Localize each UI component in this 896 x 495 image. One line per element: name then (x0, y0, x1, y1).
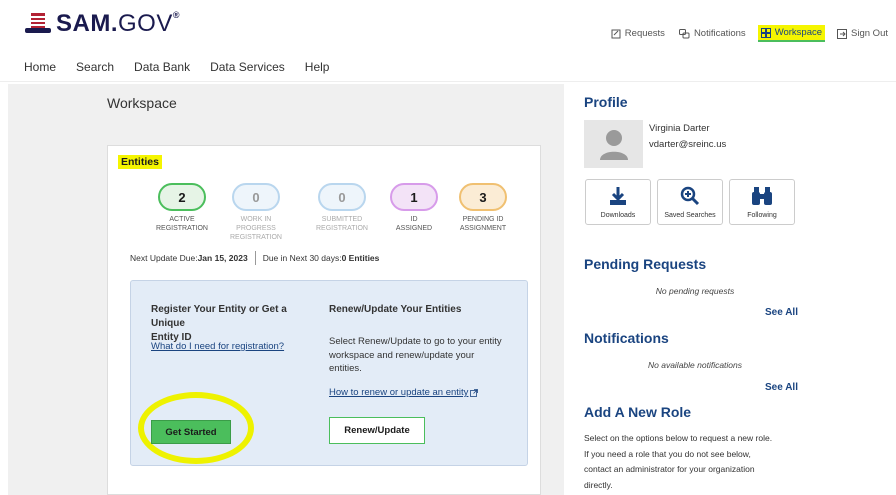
add-role-line4: directly. (584, 479, 613, 490)
next-update-date: Jan 15, 2023 (197, 253, 248, 263)
pending-requests-empty: No pending requests (655, 286, 735, 296)
stat-active-registration[interactable]: 2 ACTIVE REGISTRATION (148, 183, 216, 233)
stat-value: 2 (158, 183, 206, 211)
top-header: SAM.GOV® Requests Notifications Workspac… (0, 0, 896, 52)
logo-text-sam: SAM. (56, 10, 118, 37)
util-workspace[interactable]: Workspace (757, 25, 826, 42)
logo-text-gov: GOV (118, 10, 173, 37)
add-role-line2: If you need a role that you do not see b… (584, 448, 751, 459)
stat-label-line1: SUBMITTED (321, 216, 363, 223)
update-info: Next Update Due: Jan 15, 2023 Due in Nex… (130, 251, 379, 265)
requests-icon (611, 29, 621, 38)
stat-label-line1: ACTIVE (169, 216, 195, 223)
util-signout-label: Sign Out (851, 28, 888, 39)
get-started-button[interactable]: Get Started (151, 420, 231, 444)
renew-description: Select Renew/Update to go to your entity… (329, 335, 519, 376)
avatar[interactable] (584, 120, 643, 168)
nav-home[interactable]: Home (24, 60, 56, 74)
binoculars-icon (752, 187, 772, 205)
divider (254, 251, 256, 265)
following-tile[interactable]: Following (729, 179, 795, 225)
stat-label-line2: REGISTRATION (156, 225, 208, 232)
renew-update-button[interactable]: Renew/Update (329, 417, 425, 444)
profile-name: Virginia Darter (649, 123, 710, 134)
stat-value: 0 (232, 183, 280, 211)
register-heading-line1: Register Your Entity or Get a Unique (151, 304, 287, 329)
stat-label-line1: ID (410, 216, 418, 223)
renew-heading: Renew/Update Your Entities (329, 304, 462, 315)
sam-logo[interactable]: SAM.GOV® (24, 10, 180, 38)
util-signout[interactable]: Sign Out (835, 28, 890, 39)
uncle-sam-hat-icon (24, 13, 52, 35)
add-role-title: Add A New Role (584, 404, 692, 420)
stat-label-line1: WORK IN PROGRESS (236, 216, 276, 232)
profile-email: vdarter@sreinc.us (649, 139, 727, 150)
add-role-description: Select on the options below to request a… (584, 431, 814, 493)
main-nav: Home Search Data Bank Data Services Help (0, 52, 896, 82)
stat-value: 1 (390, 183, 438, 211)
stat-wip-registration[interactable]: 0 WORK IN PROGRESS REGISTRATION (222, 183, 290, 242)
stat-label-line2: ASSIGNMENT (459, 225, 507, 232)
stat-value: 3 (459, 183, 507, 211)
stat-label-line2: REGISTRATION (316, 225, 368, 232)
workspace-title: Workspace (107, 95, 177, 111)
stat-submitted-registration[interactable]: 0 SUBMITTED REGISTRATION (308, 183, 376, 233)
user-icon (599, 130, 628, 160)
nav-search[interactable]: Search (76, 60, 114, 74)
logo-registered-mark: ® (172, 10, 180, 20)
notifications-empty: No available notifications (647, 360, 743, 370)
download-icon (610, 187, 626, 205)
util-notifications-label: Notifications (693, 28, 746, 39)
utility-nav: Requests Notifications Workspace Sign Ou… (609, 25, 890, 42)
profile-info: Virginia Darter vdarter@sreinc.us (649, 121, 726, 153)
add-role-line1: Select on the options below to request a… (584, 433, 773, 443)
nav-data-bank[interactable]: Data Bank (134, 60, 190, 74)
stat-label-line2: ASSIGNED (395, 225, 433, 232)
stat-value: 0 (318, 183, 366, 211)
stat-pending-id-assignment[interactable]: 3 PENDING ID ASSIGNMENT (449, 183, 517, 233)
renew-text-line2: workspace and renew/update your (329, 349, 475, 361)
notifications-icon (678, 28, 690, 38)
tile-label: Following (747, 212, 777, 219)
stat-label-line1: PENDING ID (462, 216, 504, 223)
registration-requirements-link[interactable]: What do I need for registration? (151, 341, 284, 352)
tile-label: Downloads (600, 212, 636, 219)
due-prefix: Due in Next 30 days: (262, 253, 342, 263)
saved-search-icon (680, 186, 700, 206)
workspace-icon (760, 27, 771, 38)
tile-label: Saved Searches (664, 212, 716, 219)
signout-icon (837, 28, 848, 39)
add-role-line3: contact an administrator for your organi… (584, 464, 755, 474)
renew-help-link[interactable]: How to renew or update an entity (329, 387, 479, 398)
notifications-see-all-link[interactable]: See All (765, 382, 798, 393)
util-workspace-label: Workspace (774, 27, 823, 38)
pending-see-all-link[interactable]: See All (765, 307, 798, 318)
notifications-title: Notifications (584, 330, 669, 346)
nav-data-services[interactable]: Data Services (210, 60, 285, 74)
saved-searches-tile[interactable]: Saved Searches (657, 179, 723, 225)
util-requests[interactable]: Requests (609, 28, 667, 39)
due-value: 0 Entities (341, 253, 380, 263)
pending-requests-title: Pending Requests (584, 256, 707, 272)
register-heading: Register Your Entity or Get a Unique Ent… (151, 303, 321, 345)
external-link-icon (470, 388, 479, 397)
renew-help-link-label: How to renew or update an entity (329, 387, 469, 398)
entities-label: Entities (118, 155, 162, 169)
next-update-prefix: Next Update Due: (130, 253, 198, 263)
util-notifications[interactable]: Notifications (677, 28, 748, 39)
profile-title: Profile (584, 94, 628, 110)
downloads-tile[interactable]: Downloads (585, 179, 651, 225)
stat-label-line2: REGISTRATION (230, 234, 282, 241)
nav-help[interactable]: Help (305, 60, 330, 74)
stat-id-assigned[interactable]: 1 ID ASSIGNED (380, 183, 448, 233)
renew-text-line3: entities. (329, 363, 362, 374)
util-requests-label: Requests (624, 28, 665, 39)
renew-text-line1: Select Renew/Update to go to your entity (329, 336, 502, 347)
